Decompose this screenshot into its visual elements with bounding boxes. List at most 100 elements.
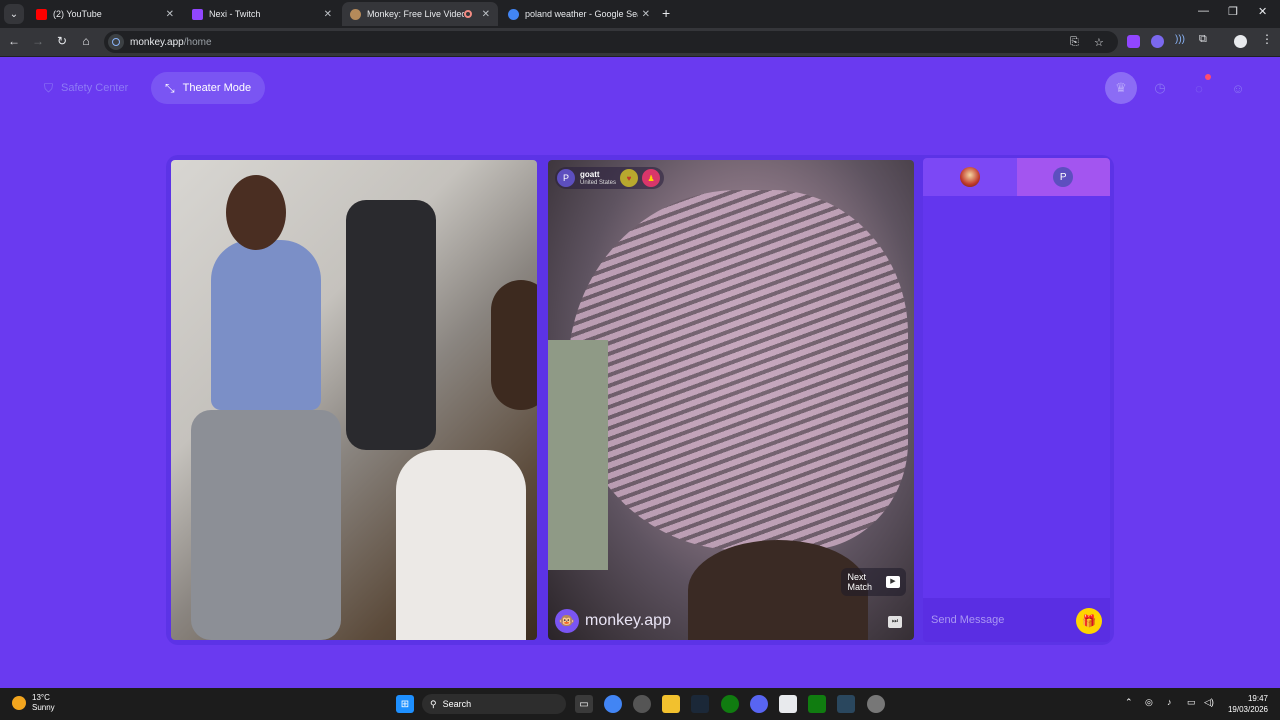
user-country: United States bbox=[580, 179, 617, 186]
next-match-button[interactable]: Next Match ▶ bbox=[841, 568, 906, 596]
notification-badge bbox=[1205, 74, 1211, 80]
minimize-button[interactable]: — bbox=[1198, 5, 1209, 17]
close-tab-icon[interactable]: ✕ bbox=[166, 9, 174, 20]
shield-icon: ⛉ bbox=[44, 80, 54, 95]
skip-forward-icon[interactable]: ⏭ bbox=[888, 616, 902, 628]
file-explorer-icon[interactable] bbox=[662, 695, 680, 713]
tab-title: poland weather - Google Searc bbox=[525, 9, 638, 19]
chat-participants: P bbox=[923, 158, 1110, 196]
close-tab-icon[interactable]: ✕ bbox=[642, 9, 650, 20]
tab-search-button[interactable]: ⌄ bbox=[4, 4, 24, 24]
xbox-icon[interactable] bbox=[721, 695, 739, 713]
second-person-shirt bbox=[396, 450, 526, 640]
profile-avatar[interactable] bbox=[1234, 35, 1247, 48]
chat-icon[interactable]: ◌ bbox=[1183, 72, 1215, 104]
obs-icon[interactable] bbox=[633, 695, 651, 713]
chrome-icon[interactable] bbox=[604, 695, 622, 713]
monkey-avatar-icon[interactable]: ☺ bbox=[1222, 72, 1254, 104]
maximize-button[interactable]: ❐ bbox=[1228, 5, 1238, 18]
send-message-input[interactable] bbox=[931, 614, 1071, 626]
tray-app-icon[interactable]: ◎ bbox=[1145, 697, 1153, 708]
steam-icon[interactable] bbox=[691, 695, 709, 713]
address-bar[interactable]: monkey.app /home ⎘ ☆ bbox=[104, 31, 1118, 53]
monkey-app-page: ⛉ Safety Center ⤡ Theater Mode ♛ ◷ ◌ ☺ P… bbox=[0, 57, 1280, 688]
browser-toolbar: ← → ↻ ⌂ monkey.app /home ⎘ ☆ ))) ⧉ ⋮ bbox=[0, 28, 1280, 56]
new-tab-button[interactable]: + bbox=[662, 5, 670, 21]
tray-chevron-icon[interactable]: ⌃ bbox=[1125, 697, 1133, 708]
back-button[interactable]: ← bbox=[6, 34, 22, 48]
theater-mode-label: Theater Mode bbox=[182, 82, 252, 94]
chat-panel: P 🎁 bbox=[923, 158, 1110, 642]
youtube-icon bbox=[36, 8, 47, 20]
taskbar-clock[interactable]: 19:47 19/03/2026 bbox=[1228, 693, 1268, 715]
steam-app-icon[interactable] bbox=[837, 695, 855, 713]
chat-tab-self[interactable] bbox=[923, 158, 1017, 196]
weather-condition: Sunny bbox=[32, 703, 55, 712]
heart-badge-icon: ♥ bbox=[620, 169, 639, 187]
close-tab-icon[interactable]: ✕ bbox=[482, 9, 490, 20]
next-match-line2: Match bbox=[847, 582, 872, 592]
taskbar-search[interactable]: ⚲ Search bbox=[422, 694, 566, 714]
tab-youtube[interactable]: (2) YouTube ✕ bbox=[28, 2, 182, 26]
person-shirt bbox=[211, 240, 321, 410]
browser-menu-icon[interactable]: ⋮ bbox=[1261, 32, 1274, 46]
gaming-chair bbox=[346, 200, 436, 450]
remote-video: P goatt United States ♥ ♟ 🐵 monkey.app N… bbox=[548, 160, 914, 640]
recording-icon bbox=[463, 10, 472, 18]
browser-tab-strip: ⌄ (2) YouTube ✕ Nexi - Twitch ✕ Monkey: … bbox=[0, 0, 1280, 28]
monkey-icon bbox=[350, 8, 361, 20]
user-name: goatt bbox=[580, 169, 600, 179]
start-icon[interactable]: ⊞ bbox=[396, 695, 414, 713]
local-video bbox=[171, 160, 537, 640]
twitch-extension-icon[interactable] bbox=[1127, 35, 1140, 48]
extension-icon[interactable] bbox=[1151, 35, 1164, 48]
extensions-puzzle-icon[interactable]: ⧉ bbox=[1199, 33, 1212, 46]
home-button[interactable]: ⌂ bbox=[78, 34, 94, 48]
network-icon[interactable]: ▭ bbox=[1187, 697, 1196, 708]
person-head bbox=[226, 175, 286, 250]
search-label: Search bbox=[442, 699, 472, 709]
settings-gear-icon[interactable] bbox=[867, 695, 885, 713]
crown-icon[interactable]: ♛ bbox=[1105, 72, 1137, 104]
google-icon bbox=[508, 8, 519, 20]
hair bbox=[568, 190, 908, 550]
safety-center-button[interactable]: ⛉ Safety Center bbox=[30, 72, 142, 104]
task-view-icon[interactable]: ▭ bbox=[575, 695, 593, 713]
forward-button[interactable]: → bbox=[30, 34, 46, 48]
remote-user-tag[interactable]: P goatt United States ♥ ♟ bbox=[555, 167, 665, 189]
url-host: monkey.app bbox=[130, 36, 184, 48]
site-info-icon[interactable] bbox=[108, 34, 124, 50]
chat-tab-peer[interactable]: P bbox=[1016, 158, 1110, 196]
microphone-icon[interactable]: ♪ bbox=[1167, 697, 1172, 707]
volume-icon[interactable]: ◁) bbox=[1204, 697, 1214, 708]
wall bbox=[548, 340, 608, 570]
date: 19/03/2026 bbox=[1227, 705, 1268, 714]
notepad-icon[interactable] bbox=[779, 695, 797, 713]
xbox-app-icon[interactable] bbox=[808, 695, 826, 713]
next-match-line1: Next bbox=[847, 572, 866, 582]
character-badge-icon: ♟ bbox=[642, 169, 661, 187]
peer-avatar: P bbox=[1053, 167, 1074, 187]
weather-widget[interactable]: 13°C Sunny bbox=[12, 693, 55, 713]
brand-text: monkey.app bbox=[585, 612, 671, 629]
tab-twitch[interactable]: Nexi - Twitch ✕ bbox=[184, 2, 340, 26]
close-window-button[interactable]: ✕ bbox=[1258, 5, 1267, 18]
twitch-icon bbox=[192, 8, 203, 20]
audio-extension-icon[interactable]: ))) bbox=[1175, 34, 1188, 47]
gift-icon[interactable]: 🎁 bbox=[1076, 608, 1102, 634]
windows-taskbar: 13°C Sunny ⊞ ⚲ Search ▭ ⌃ ◎ ♪ ▭ ◁) 19:47… bbox=[0, 688, 1280, 720]
temperature: 13°C bbox=[32, 693, 50, 702]
reload-button[interactable]: ↻ bbox=[54, 34, 70, 48]
tab-monkey[interactable]: Monkey: Free Live Video Ch ✕ bbox=[342, 2, 498, 26]
close-tab-icon[interactable]: ✕ bbox=[324, 9, 332, 20]
tab-google-search[interactable]: poland weather - Google Searc ✕ bbox=[500, 2, 658, 26]
monkey-brand: 🐵 monkey.app bbox=[555, 609, 671, 633]
time: 19:47 bbox=[1247, 694, 1268, 703]
discord-icon[interactable] bbox=[750, 695, 768, 713]
bookmark-star-icon[interactable]: ☆ bbox=[1094, 36, 1104, 49]
clock-icon[interactable]: ◷ bbox=[1144, 72, 1176, 104]
theater-mode-button[interactable]: ⤡ Theater Mode bbox=[151, 72, 266, 104]
install-app-icon[interactable]: ⎘ bbox=[1070, 36, 1079, 49]
safety-center-label: Safety Center bbox=[61, 82, 129, 94]
monkey-logo-icon: 🐵 bbox=[555, 609, 579, 633]
